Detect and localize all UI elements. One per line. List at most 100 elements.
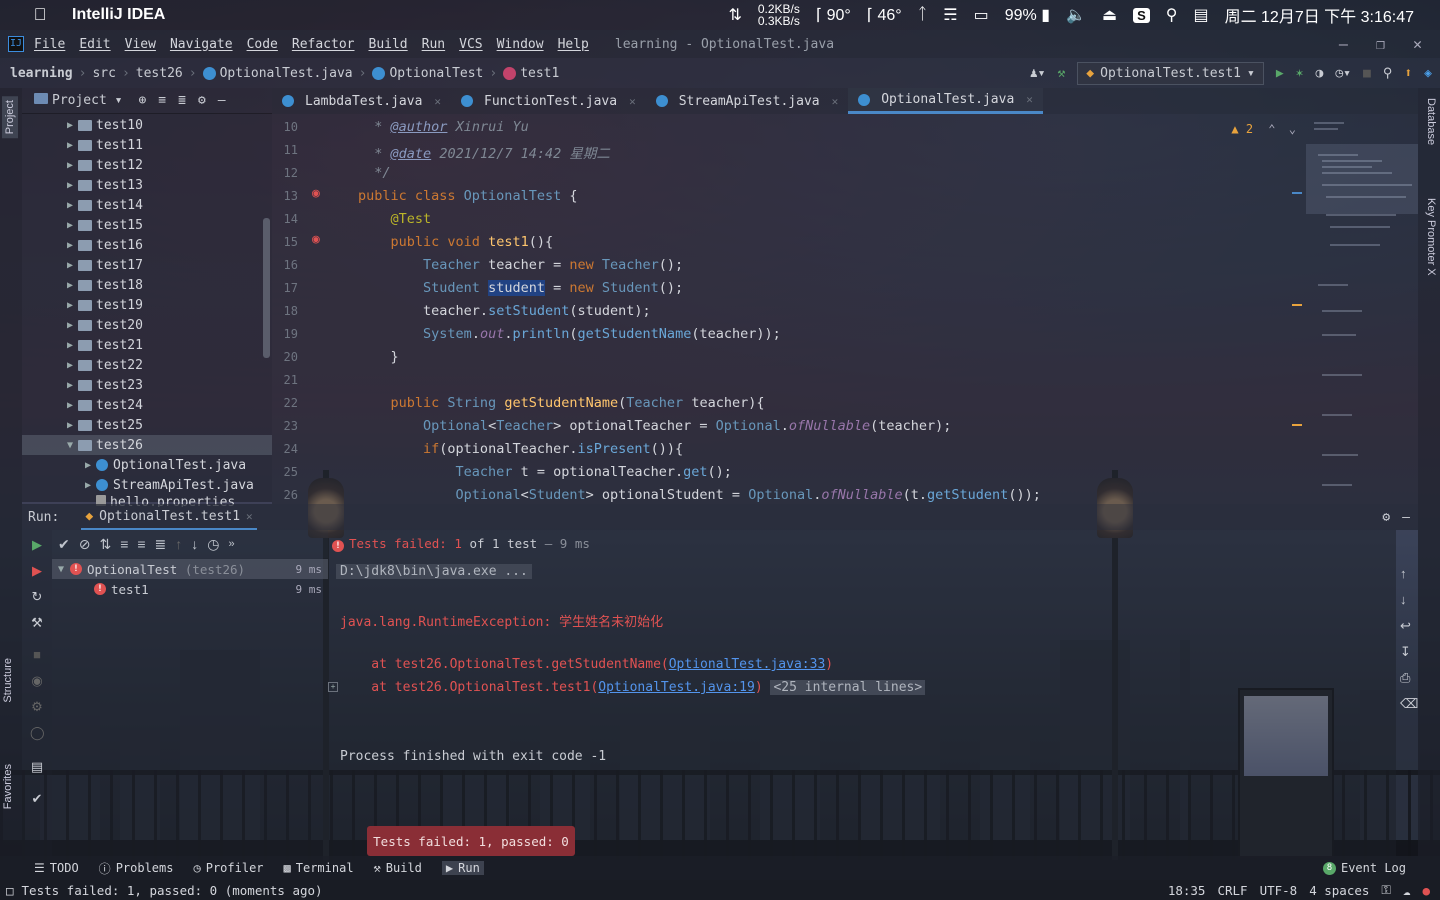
menu-window[interactable]: Window: [497, 37, 544, 52]
stop-icon[interactable]: ■: [30, 648, 44, 662]
tree-file-streamapitest[interactable]: ▶ StreamApiTest.java: [22, 475, 272, 495]
tree-folder-test24[interactable]: ▶ test24: [22, 395, 272, 415]
tree-folder-test21[interactable]: ▶ test21: [22, 335, 272, 355]
menu-build[interactable]: Build: [369, 37, 408, 52]
scroll-to-end-icon[interactable]: ↧: [1400, 644, 1411, 660]
tree-folder-test16[interactable]: ▶ test16: [22, 235, 272, 255]
tree-folder-test14[interactable]: ▶ test14: [22, 195, 272, 215]
user-icon[interactable]: ♟▾: [1030, 66, 1046, 81]
test-result-balloon[interactable]: Tests failed: 1, passed: 0: [367, 826, 575, 856]
menu-navigate[interactable]: Navigate: [170, 37, 233, 52]
battery-level[interactable]: 99% ▮: [1005, 5, 1050, 25]
run-test-gutter-icon[interactable]: ◉: [312, 186, 320, 201]
menu-run[interactable]: Run: [422, 37, 445, 52]
tool-run[interactable]: ▶ Run: [441, 861, 484, 875]
sort-alpha-icon[interactable]: ⇅: [99, 536, 111, 553]
tree-folder-test10[interactable]: ▶ test10: [22, 115, 272, 135]
gpu-temp[interactable]: ⌈ 46°: [867, 5, 902, 25]
toggle-auto-test-icon[interactable]: ↻: [30, 590, 44, 604]
arrow-down-icon[interactable]: ↓: [1400, 592, 1407, 607]
export-icon[interactable]: ◯: [30, 726, 45, 740]
hide-icon[interactable]: —: [1402, 510, 1410, 525]
breadcrumb-method[interactable]: test1: [520, 66, 559, 81]
close-tab-icon[interactable]: ✕: [1026, 93, 1033, 106]
code-minimap[interactable]: [1292, 114, 1418, 504]
bluetooth-icon[interactable]: ᛏ: [918, 6, 928, 24]
restore-icon[interactable]: ❐: [1376, 35, 1385, 53]
indent-setting[interactable]: 4 spaces: [1309, 883, 1369, 898]
project-scrollbar[interactable]: [263, 218, 270, 358]
tree-folder-test26[interactable]: ▼ test26: [22, 435, 272, 455]
code-content[interactable]: * @author Xinrui Yu * @date 2021/12/7 14…: [358, 114, 1288, 504]
cpu-temp[interactable]: ⌈ 90°: [816, 5, 851, 25]
tab-favorites[interactable]: Favorites: [2, 764, 14, 809]
tab-project[interactable]: Project: [2, 96, 18, 139]
breadcrumb-class[interactable]: OptionalTest: [389, 66, 483, 81]
tab-structure[interactable]: Structure: [2, 658, 14, 703]
file-encoding[interactable]: UTF-8: [1260, 883, 1298, 898]
rerun-failed-icon[interactable]: ▶: [30, 564, 44, 578]
tree-folder-test18[interactable]: ▶ test18: [22, 275, 272, 295]
stack-trace-link-19[interactable]: OptionalTest.java:19: [598, 680, 755, 695]
arrow-up-icon[interactable]: ↑: [1400, 566, 1407, 581]
tree-folder-test15[interactable]: ▶ test15: [22, 215, 272, 235]
soft-wrap-icon[interactable]: ↩: [1400, 618, 1411, 634]
show-passed-icon[interactable]: ✔: [58, 536, 70, 553]
stack-trace-link-33[interactable]: OptionalTest.java:33: [669, 657, 826, 672]
close-icon[interactable]: ✕: [1413, 35, 1422, 53]
update-icon[interactable]: ⬆: [1404, 66, 1412, 81]
expand-all-icon[interactable]: ≡: [137, 536, 145, 552]
java-command[interactable]: D:\jdk8\bin\java.exe ...: [336, 564, 532, 579]
collapse-all-icon[interactable]: ≣: [155, 536, 167, 553]
show-ignored-icon[interactable]: ⊘: [79, 536, 91, 553]
run-icon[interactable]: ▶: [1276, 66, 1284, 81]
gear-icon[interactable]: ⚙: [1382, 510, 1390, 525]
line-separator[interactable]: CRLF: [1217, 883, 1247, 898]
test-case-row[interactable]: ! test1 9 ms: [52, 579, 328, 599]
tab-streamapitest[interactable]: StreamApiTest.java ✕: [646, 88, 849, 114]
menu-help[interactable]: Help: [558, 37, 589, 52]
clock[interactable]: 周二 12月7日 下午 3:16:47: [1225, 3, 1414, 27]
run-tab-optionaltest-test1[interactable]: ◆ OptionalTest.test1 ✕: [81, 504, 257, 530]
jetbrains-toolbox-icon[interactable]: ◈: [1424, 66, 1432, 81]
tree-file-optionaltest[interactable]: ▶ OptionalTest.java: [22, 455, 272, 475]
internal-lines-fold[interactable]: <25 internal lines>: [770, 680, 926, 695]
project-view-select[interactable]: Project ▾: [34, 93, 122, 108]
print-icon[interactable]: ⎙: [1400, 670, 1410, 686]
hide-icon[interactable]: —: [218, 93, 226, 108]
history-icon[interactable]: ◷: [207, 536, 219, 553]
tree-folder-test11[interactable]: ▶ test11: [22, 135, 272, 155]
close-tab-icon[interactable]: ✕: [629, 95, 636, 108]
tab-lambdatest[interactable]: LambdaTest.java ✕: [272, 88, 451, 114]
tool-event-log[interactable]: 8 Event Log: [1322, 861, 1406, 875]
chevron-up-icon[interactable]: ⌃: [1268, 122, 1275, 136]
active-app-name[interactable]: IntelliJ IDEA: [72, 6, 165, 24]
debug-icon[interactable]: ✶: [1296, 66, 1304, 81]
tab-database[interactable]: Database: [1425, 98, 1437, 145]
tree-folder-test23[interactable]: ▶ test23: [22, 375, 272, 395]
input-method-icon[interactable]: S: [1133, 7, 1150, 23]
eject-icon[interactable]: ⏏: [1102, 5, 1117, 25]
rerun-icon[interactable]: ▶: [30, 538, 44, 552]
tool-build[interactable]: ⚒ Build: [374, 861, 422, 875]
tool-terminal[interactable]: ▩ Terminal: [284, 861, 354, 875]
menu-edit[interactable]: Edit: [79, 37, 110, 52]
run-console[interactable]: ! Tests failed: 1 of 1 test – 9 ms D:\jdk…: [328, 530, 1396, 856]
code-editor[interactable]: 10 11 12 13 14 15 16 17 18 19 20 21 22 2…: [272, 114, 1418, 504]
close-tab-icon[interactable]: ✕: [832, 95, 839, 108]
error-indicator-icon[interactable]: ●: [1422, 883, 1430, 898]
toggle-tool-windows-icon[interactable]: □: [6, 883, 14, 898]
control-center-icon[interactable]: ▤: [1193, 5, 1208, 25]
breadcrumb-package[interactable]: test26: [136, 66, 183, 81]
run-configuration-select[interactable]: ◆ OptionalTest.test1 ▾: [1077, 61, 1264, 85]
tab-optionaltest[interactable]: OptionalTest.java ✕: [848, 88, 1043, 114]
menu-refactor[interactable]: Refactor: [292, 37, 355, 52]
menu-file[interactable]: File: [34, 37, 65, 52]
trash-icon[interactable]: ⌫: [1400, 696, 1418, 712]
tool-todo[interactable]: ☰ TODO: [34, 861, 79, 875]
tree-folder-test20[interactable]: ▶ test20: [22, 315, 272, 335]
test-suite-row[interactable]: ▼ ! OptionalTest (test26) 9 ms: [52, 559, 328, 579]
breadcrumb-src[interactable]: src: [92, 66, 115, 81]
fold-icon[interactable]: +: [328, 682, 338, 692]
close-tab-icon[interactable]: ✕: [434, 95, 441, 108]
